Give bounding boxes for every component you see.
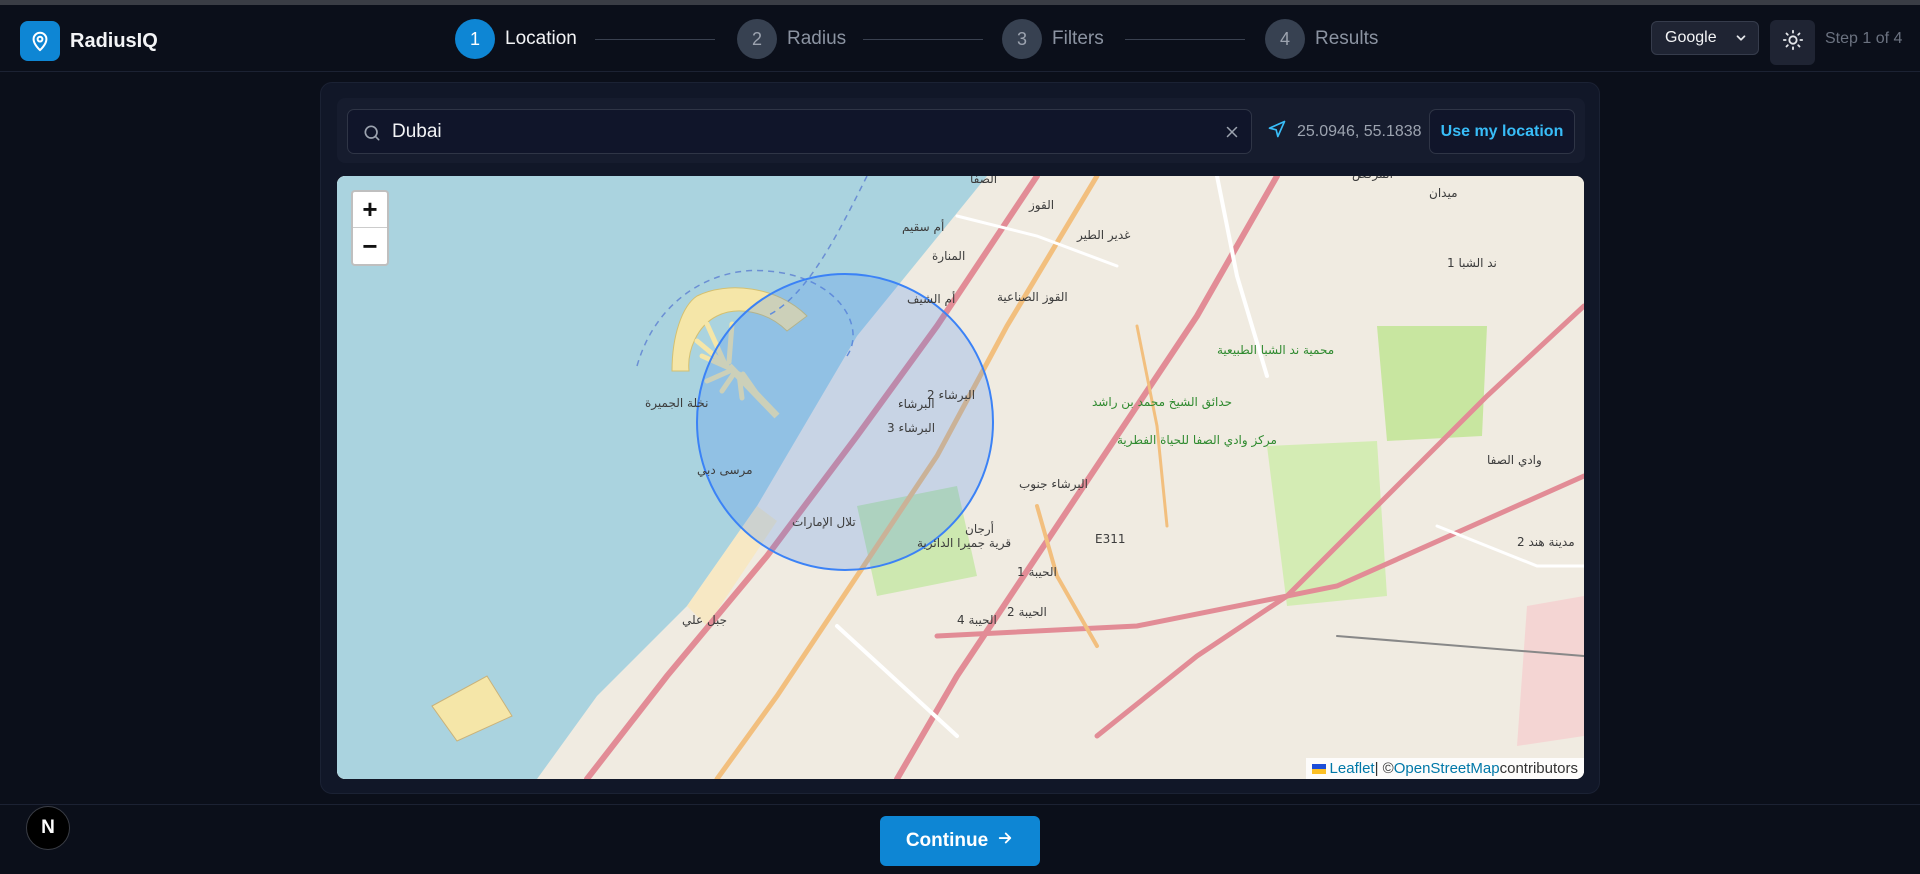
- map-label: الحيبة 2: [1007, 605, 1047, 619]
- attribution-separator: | ©: [1374, 760, 1394, 777]
- step-results[interactable]: 4 Results: [1265, 19, 1378, 59]
- map-view[interactable]: نخلة الجميرة مرسى دبي تلال الإمارات البرشاء…: [337, 176, 1584, 779]
- map-label: ند الشبا 1: [1447, 256, 1497, 270]
- openstreetmap-link[interactable]: OpenStreetMap: [1394, 760, 1500, 777]
- step-connector: [863, 39, 983, 40]
- map-label: مركز وادي الصفا للحياة الفطرية: [1117, 433, 1277, 448]
- step-connector: [595, 39, 715, 40]
- map-label: أرجان: [965, 521, 994, 537]
- close-icon[interactable]: [1223, 123, 1241, 146]
- step-radius[interactable]: 2 Radius: [737, 19, 846, 59]
- map-provider-select[interactable]: Google: [1651, 21, 1759, 55]
- map-label: مرسى دبي: [697, 463, 753, 478]
- search-input[interactable]: [392, 110, 1192, 153]
- continue-button[interactable]: Continue: [880, 816, 1040, 866]
- provider-value: Google: [1665, 29, 1717, 46]
- map-label: القوز: [1028, 198, 1054, 213]
- step-number: 3: [1002, 19, 1042, 59]
- map-label: قرية جميرا الدائرية: [917, 536, 1011, 551]
- map-label: مدينة هند 2: [1517, 535, 1575, 549]
- map-label: البرشاء جنوب: [1019, 477, 1088, 492]
- zoom-control: + −: [351, 190, 389, 266]
- continue-label: Continue: [905, 830, 989, 851]
- map-label: القوز الصناعية: [997, 290, 1068, 305]
- location-search-field[interactable]: [347, 109, 1252, 154]
- app-header: RadiusIQ 1 Location 2 Radius 3 Filters 4…: [0, 5, 1920, 72]
- app-name: RadiusIQ: [70, 29, 158, 52]
- map-label: نخلة الجميرة: [645, 396, 709, 411]
- map-label: ميدان: [1429, 186, 1458, 200]
- map-label: محمية ند الشبا الطبيعية: [1217, 343, 1334, 357]
- step-label: Filters: [1052, 28, 1104, 49]
- map-label: الحيبة 1: [1017, 565, 1057, 579]
- map-label: E311: [1095, 532, 1126, 546]
- step-label: Location: [505, 28, 577, 49]
- map-label: أم سقيم: [902, 219, 944, 234]
- leaflet-link[interactable]: Leaflet: [1330, 760, 1375, 777]
- map-tiles: نخلة الجميرة مرسى دبي تلال الإمارات البرشاء…: [337, 176, 1584, 779]
- map-label: أم الشيف: [907, 291, 955, 306]
- sun-icon: [1782, 29, 1804, 56]
- map-label: غدير الطير: [1076, 228, 1130, 243]
- map-label: المنارة: [932, 249, 965, 264]
- map-pin-icon: [20, 21, 60, 61]
- chevron-down-icon: [1734, 31, 1748, 50]
- map-attribution: Leaflet | © OpenStreetMap contributors: [1305, 758, 1584, 779]
- zoom-in-button[interactable]: +: [353, 192, 387, 228]
- map-label: جبل علي: [682, 613, 727, 627]
- step-location[interactable]: 1 Location: [455, 19, 577, 59]
- app-footer: Continue: [0, 804, 1920, 874]
- flag-icon: [1311, 763, 1326, 774]
- step-number: 1: [455, 19, 495, 59]
- step-filters[interactable]: 3 Filters: [1002, 19, 1104, 59]
- coordinates-readout: 25.0946, 55.1838: [1267, 109, 1422, 154]
- arrow-right-icon: [996, 829, 1014, 853]
- map-label: البرشاء 2: [927, 388, 975, 403]
- map-label: الحيبة 4: [957, 613, 997, 627]
- step-label: Radius: [787, 28, 847, 49]
- map-label: تلال الإمارات: [792, 515, 856, 530]
- map-label: البرشاء 3: [887, 421, 935, 436]
- step-number: 2: [737, 19, 777, 59]
- coordinates-text: 25.0946, 55.1838: [1297, 122, 1422, 140]
- search-icon: [362, 123, 382, 148]
- search-bar: 25.0946, 55.1838 Use my location: [337, 98, 1585, 163]
- map-label: حدائق الشيخ محمد بن راشد: [1092, 395, 1232, 410]
- theme-toggle-button[interactable]: [1770, 20, 1815, 65]
- zoom-out-button[interactable]: −: [353, 228, 387, 264]
- step-counter: Step 1 of 4: [1825, 30, 1903, 47]
- step-label: Results: [1315, 28, 1379, 49]
- map-label: الصفا: [970, 176, 997, 186]
- navigation-arrow-icon: [1267, 119, 1287, 144]
- step-connector: [1125, 39, 1245, 40]
- map-label: وادي الصفا: [1487, 453, 1542, 468]
- attribution-suffix: contributors: [1499, 760, 1578, 777]
- step-progress: 1 Location 2 Radius 3 Filters 4 Results: [455, 19, 1380, 59]
- use-my-location-button[interactable]: Use my location: [1429, 109, 1575, 154]
- brand[interactable]: RadiusIQ: [20, 21, 158, 61]
- step-number: 4: [1265, 19, 1305, 59]
- location-card: 25.0946, 55.1838 Use my location: [320, 82, 1600, 794]
